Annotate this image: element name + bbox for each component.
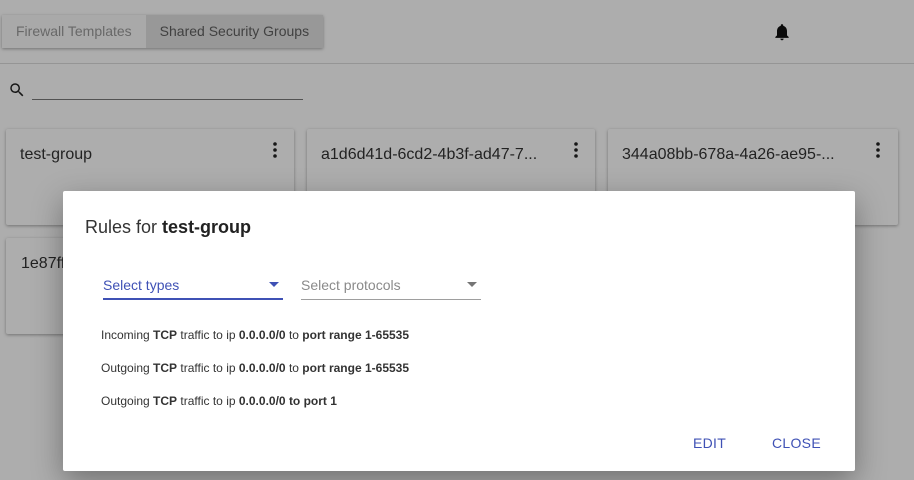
dropdown-arrow-icon [467, 282, 477, 287]
select-underline [103, 298, 283, 300]
close-button[interactable]: CLOSE [772, 435, 821, 451]
dialog-title: Rules for test-group [85, 217, 251, 238]
dropdown-arrow-icon [269, 282, 279, 287]
select-protocols-label: Select protocols [301, 277, 401, 293]
select-protocols-dropdown[interactable]: Select protocols [301, 271, 481, 300]
select-types-dropdown[interactable]: Select types [103, 271, 283, 300]
rule-item: Outgoing TCP traffic to ip 0.0.0.0/0 to … [101, 361, 410, 375]
rule-item: Outgoing TCP traffic to ip 0.0.0.0/0 to … [101, 394, 337, 408]
rules-dialog: Rules for test-group Select types Select… [63, 191, 855, 471]
select-types-label: Select types [103, 277, 180, 293]
select-underline [301, 299, 481, 300]
dialog-title-prefix: Rules for [85, 217, 158, 237]
edit-button[interactable]: EDIT [693, 435, 726, 451]
rule-item: Incoming TCP traffic to ip 0.0.0.0/0 to … [101, 328, 410, 342]
dialog-title-group-name: test-group [162, 217, 252, 237]
